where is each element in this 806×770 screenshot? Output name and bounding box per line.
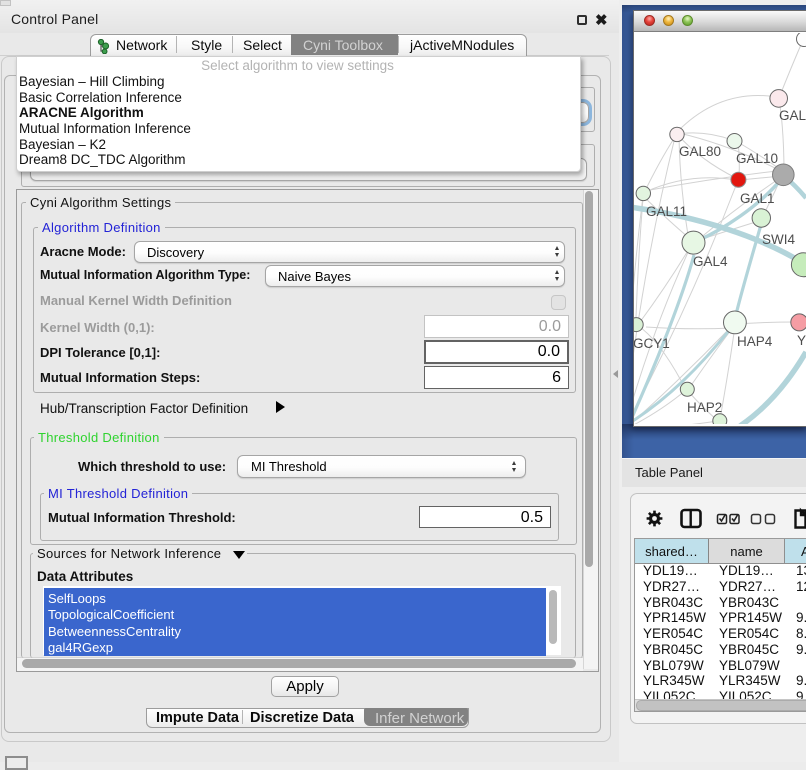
svg-text:HAP4: HAP4	[737, 334, 773, 349]
svg-text:SWI4: SWI4	[762, 232, 795, 247]
svg-text:GAL80: GAL80	[679, 144, 721, 159]
svg-text:GAL4: GAL4	[693, 254, 728, 269]
svg-text:HAP2: HAP2	[687, 400, 722, 415]
svg-text:GAL11: GAL11	[646, 204, 687, 219]
svg-text:GAL10: GAL10	[736, 151, 778, 166]
svg-text:GAL: GAL	[779, 108, 806, 123]
svg-text:GCY1: GCY1	[634, 336, 670, 351]
svg-text:Y: Y	[797, 333, 806, 348]
svg-text:GAL1: GAL1	[740, 191, 775, 206]
